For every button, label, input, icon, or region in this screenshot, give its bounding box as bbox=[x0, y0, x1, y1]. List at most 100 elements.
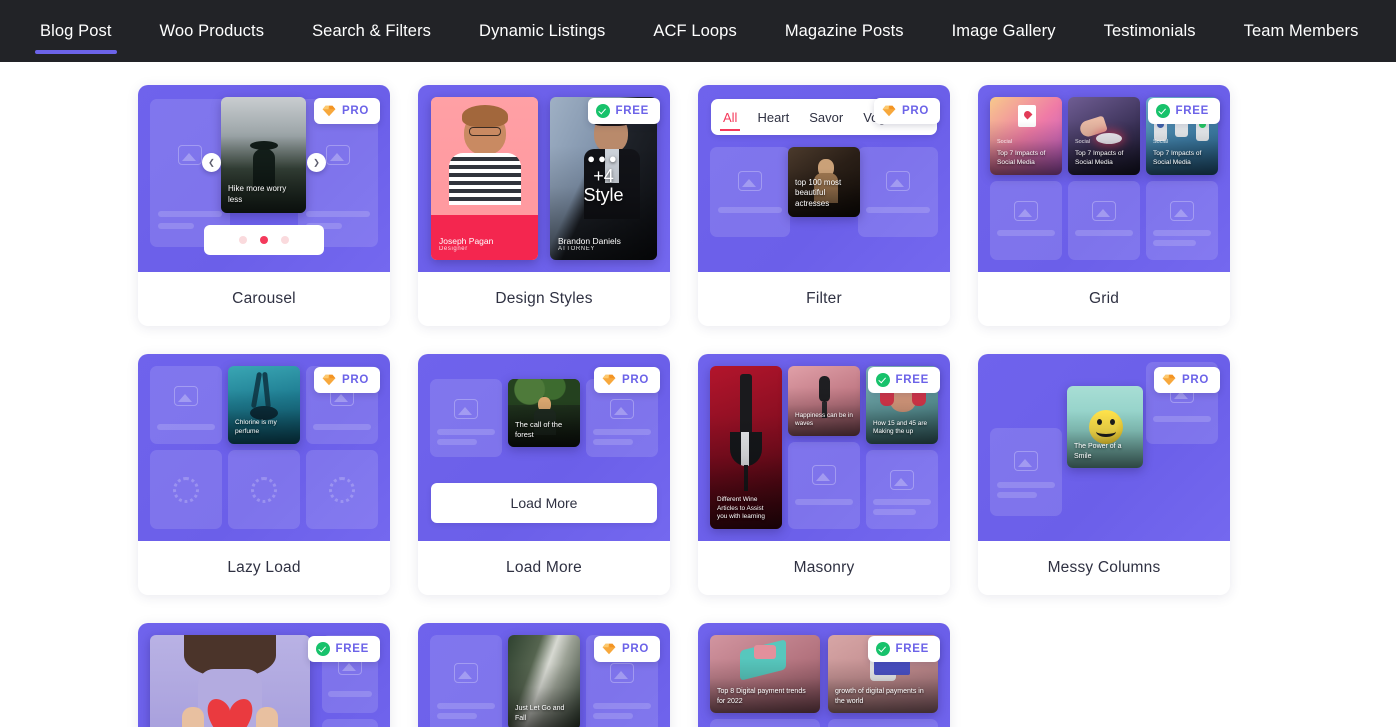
template-card-masonry[interactable]: Different Wine Articles to Assist you wi… bbox=[698, 354, 950, 595]
template-card-row3-heart[interactable]: FREE bbox=[138, 623, 390, 727]
template-card-row3-payments[interactable]: Top 8 Digital payment trends for 2022 gr… bbox=[698, 623, 950, 727]
person-role: Designer bbox=[439, 246, 468, 252]
carousel-dot-active[interactable] bbox=[260, 236, 268, 244]
nav-tab-label: Woo Products bbox=[159, 21, 265, 40]
photo-caption: The Power of a Smile bbox=[1074, 443, 1122, 460]
card-preview: Social Top 7 Impacts of Social Media Soc… bbox=[978, 85, 1230, 272]
placeholder-bar bbox=[593, 439, 633, 445]
image-placeholder-icon bbox=[454, 398, 478, 419]
card-preview: Different Wine Articles to Assist you wi… bbox=[698, 354, 950, 541]
placeholder-tile bbox=[322, 719, 378, 727]
image-placeholder-icon bbox=[886, 171, 910, 192]
tile-caption: growth of digital payments in the world bbox=[835, 688, 924, 705]
carousel-dots[interactable] bbox=[204, 225, 324, 255]
card-preview: FREE bbox=[138, 623, 390, 727]
template-card-row3-waterfall[interactable]: Just Let Go and Fall PRO bbox=[418, 623, 670, 727]
badge-label: PRO bbox=[341, 105, 369, 117]
placeholder-bar bbox=[593, 429, 651, 435]
placeholder-tile-loading bbox=[150, 450, 222, 529]
photo-caption: Just Let Go and Fall bbox=[515, 705, 565, 722]
placeholder-tile bbox=[858, 147, 938, 237]
placeholder-bar bbox=[795, 499, 853, 505]
photo-caption: Chlorine is my perfume bbox=[235, 419, 277, 436]
nav-tab-client-logos[interactable]: Client Logos bbox=[1383, 0, 1396, 62]
placeholder-bar bbox=[158, 211, 222, 217]
spinner-icon bbox=[251, 476, 277, 503]
filter-tab-all[interactable]: All bbox=[720, 110, 741, 131]
tile-caption: Top 8 Digital payment trends for 2022 bbox=[717, 688, 806, 705]
photo-shirt bbox=[449, 153, 521, 205]
carousel-dot[interactable] bbox=[239, 236, 247, 244]
nav-tab-team-members[interactable]: Team Members bbox=[1220, 0, 1383, 62]
card-title: Messy Columns bbox=[1047, 559, 1161, 576]
nav-tab-image-gallery[interactable]: Image Gallery bbox=[928, 0, 1080, 62]
preview-photo: Chlorine is my perfume bbox=[228, 366, 300, 444]
template-card-filter[interactable]: All Heart Savor Vogue top 100 most beaut… bbox=[698, 85, 950, 326]
check-circle-icon bbox=[595, 104, 610, 118]
template-card-lazy-load[interactable]: Chlorine is my perfume PRO Lazy Load bbox=[138, 354, 390, 595]
tile-caption: Different Wine Articles to Assist you wi… bbox=[717, 496, 765, 521]
status-badge-free: FREE bbox=[587, 98, 660, 124]
card-title: Load More bbox=[506, 559, 582, 576]
filter-tab-heart[interactable]: Heart bbox=[754, 110, 792, 125]
badge-label: PRO bbox=[901, 105, 929, 117]
photo-arm bbox=[256, 707, 278, 727]
image-placeholder-icon bbox=[890, 470, 914, 491]
tile-caption: Top 7 Impacts of Social Media bbox=[1075, 150, 1124, 167]
gem-icon bbox=[882, 105, 896, 117]
placeholder-bar bbox=[997, 482, 1055, 488]
check-circle-icon bbox=[875, 642, 890, 656]
photo-hair bbox=[462, 105, 508, 127]
nav-tab-acf-loops[interactable]: ACF Loops bbox=[629, 0, 760, 62]
nav-tab-label: Search & Filters bbox=[312, 21, 432, 40]
load-more-button[interactable]: Load More bbox=[431, 483, 657, 523]
tile-caption: Top 7 Impacts of Social Media bbox=[997, 150, 1046, 167]
badge-label: FREE bbox=[895, 374, 929, 386]
gem-icon bbox=[1162, 374, 1176, 386]
badge-label: PRO bbox=[1181, 374, 1209, 386]
card-preview: Just Let Go and Fall PRO bbox=[418, 623, 670, 727]
card-title: Masonry bbox=[793, 559, 855, 576]
template-card-carousel[interactable]: Hike more worry less ❮ ❯ PRO Carousel bbox=[138, 85, 390, 326]
status-badge-pro: PRO bbox=[313, 367, 380, 393]
nav-tab-dynamic-listings[interactable]: Dynamic Listings bbox=[455, 0, 629, 62]
image-placeholder-icon bbox=[812, 465, 836, 486]
nav-tab-search-filters[interactable]: Search & Filters bbox=[288, 0, 455, 62]
image-placeholder-icon bbox=[1014, 201, 1038, 222]
placeholder-bar bbox=[997, 230, 1055, 236]
placeholder-bar bbox=[313, 424, 371, 430]
card-title: Grid bbox=[1088, 290, 1120, 307]
placeholder-bar bbox=[1153, 240, 1197, 246]
image-placeholder-icon bbox=[1092, 201, 1116, 222]
nav-tab-testimonials[interactable]: Testimonials bbox=[1080, 0, 1220, 62]
main-navigation: Blog Post Woo Products Search & Filters … bbox=[0, 0, 1396, 62]
nav-tab-blog-post[interactable]: Blog Post bbox=[16, 0, 136, 62]
placeholder-tile bbox=[866, 450, 938, 529]
tile-caption: Top 7 Impacts of Social Media bbox=[1153, 150, 1202, 167]
placeholder-bar bbox=[437, 703, 495, 709]
person-name: Joseph Pagan bbox=[439, 236, 494, 246]
carousel-prev-icon[interactable]: ❮ bbox=[202, 153, 221, 172]
preview-photo: Hike more worry less bbox=[221, 97, 306, 213]
nav-tab-magazine-posts[interactable]: Magazine Posts bbox=[761, 0, 928, 62]
placeholder-bar bbox=[327, 691, 373, 697]
placeholder-bar bbox=[158, 223, 194, 229]
status-badge-free: FREE bbox=[1147, 98, 1220, 124]
template-card-messy-columns[interactable]: The Power of a Smile PRO Messy Columns bbox=[978, 354, 1230, 595]
ellipsis-icon: ●●● bbox=[587, 150, 620, 166]
template-card-grid[interactable]: Social Top 7 Impacts of Social Media Soc… bbox=[978, 85, 1230, 326]
template-card-load-more[interactable]: The call of the forest Load More PRO Loa… bbox=[418, 354, 670, 595]
template-card-design-styles[interactable]: Joseph Pagan Designer ●●● +4 Style Brand… bbox=[418, 85, 670, 326]
carousel-dot[interactable] bbox=[281, 236, 289, 244]
carousel-next-icon[interactable]: ❯ bbox=[307, 153, 326, 172]
filter-tab-savor[interactable]: Savor bbox=[806, 110, 846, 125]
placeholder-tile bbox=[788, 442, 860, 529]
badge-label: FREE bbox=[615, 105, 649, 117]
placeholder-tile bbox=[710, 719, 820, 727]
badge-label: PRO bbox=[621, 374, 649, 386]
preview-photo-person-one: Joseph Pagan Designer bbox=[431, 97, 538, 260]
photo-caption: Hike more worry less bbox=[228, 184, 287, 205]
image-placeholder-icon bbox=[454, 663, 478, 683]
nav-tab-woo-products[interactable]: Woo Products bbox=[136, 0, 289, 62]
placeholder-bar bbox=[437, 429, 495, 435]
